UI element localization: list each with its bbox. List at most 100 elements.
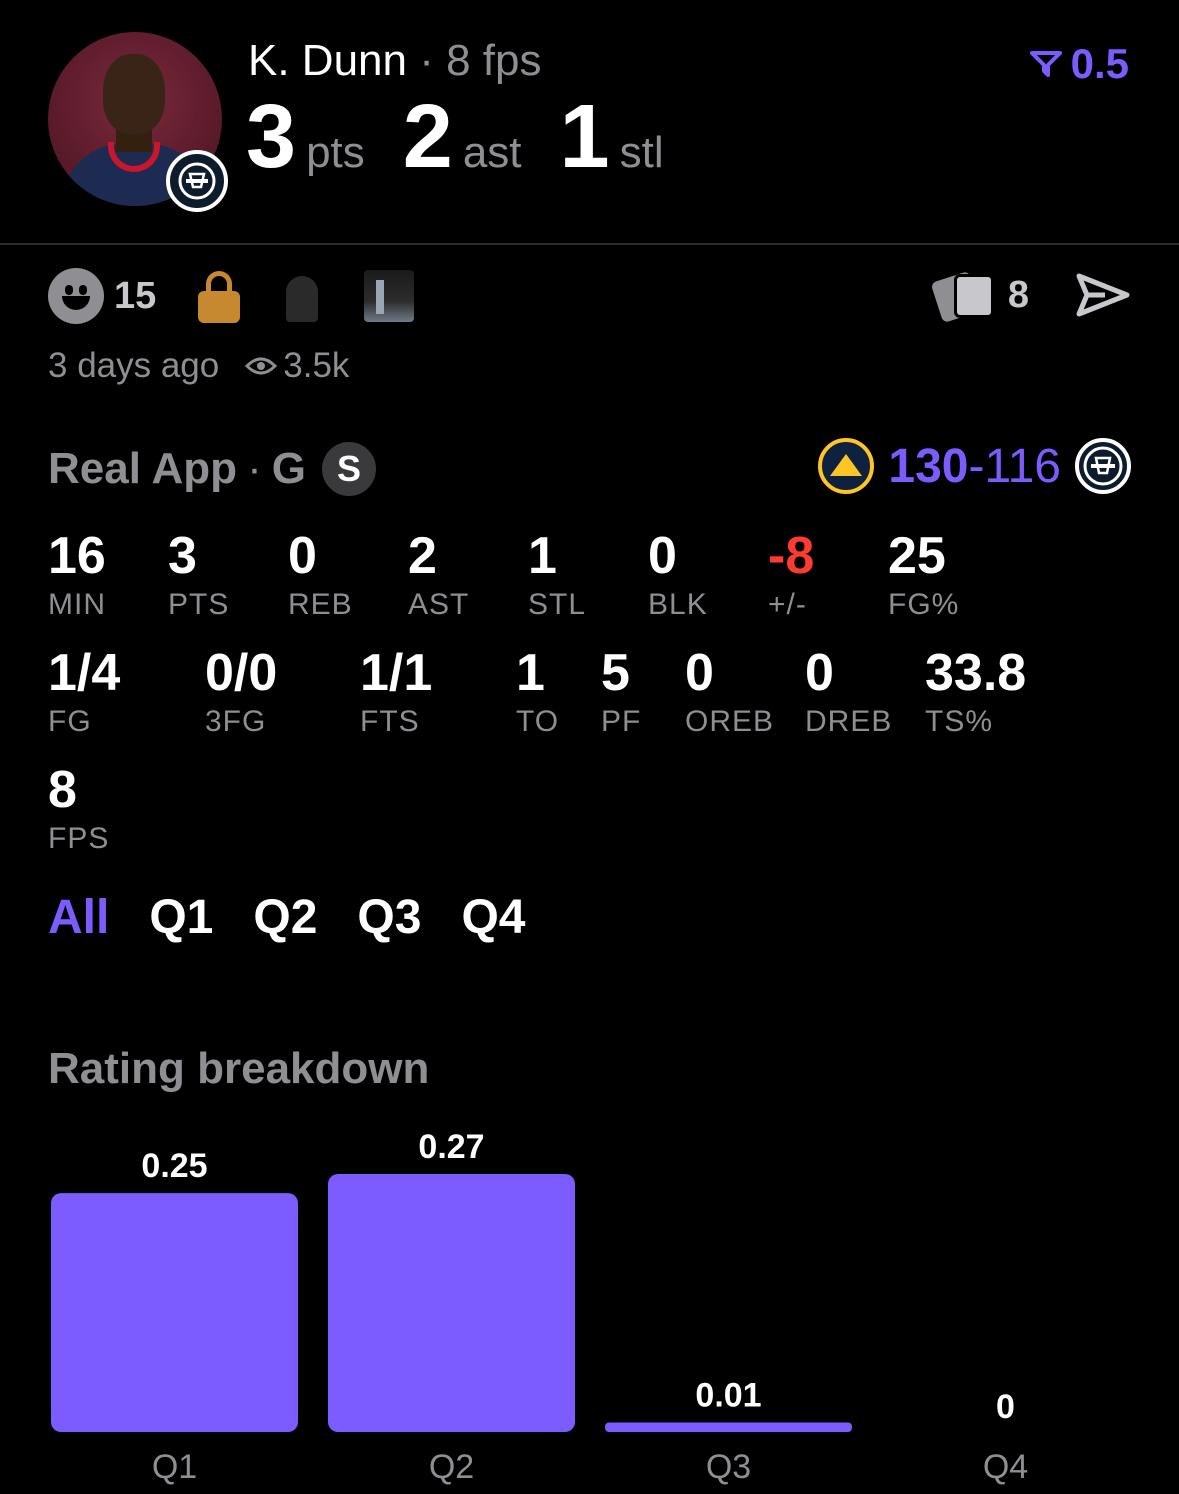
game-info: Real App · G S xyxy=(48,442,376,496)
tab-all[interactable]: All xyxy=(48,890,109,945)
name-separator: · xyxy=(419,36,434,85)
court-thumbnail-icon[interactable] xyxy=(364,270,415,322)
stat-value: 5 xyxy=(601,644,630,702)
section-title: Rating breakdown xyxy=(48,1044,430,1093)
stat-label: MIN xyxy=(48,588,106,621)
stat-value: 25 xyxy=(888,527,946,585)
value-label-q4: 0 xyxy=(996,1388,1015,1426)
stat-value: 0 xyxy=(648,527,677,585)
stat-fg: 1/4 FG xyxy=(48,647,120,739)
stat-min: 16 MIN xyxy=(48,530,106,622)
cards-count: 8 xyxy=(1007,273,1029,316)
stat-oreb: 0 OREB xyxy=(685,647,774,739)
stat-blk: 0 BLK xyxy=(648,530,708,622)
tab-q4[interactable]: Q4 xyxy=(461,890,525,945)
stat-ast: 2 AST xyxy=(408,530,469,622)
stat-value: 2 xyxy=(408,527,437,585)
player-name-line: K. Dunn · 8 fps xyxy=(248,36,542,86)
score-dash: - xyxy=(968,439,985,493)
reaction-count: 15 xyxy=(114,274,157,317)
post-meta: 3 days ago 3.5k xyxy=(48,346,349,386)
stat-pf: 5 PF xyxy=(601,647,641,739)
assists-unit: ast xyxy=(462,128,522,177)
lock-icon[interactable] xyxy=(198,271,241,323)
stat-value: 1/1 xyxy=(360,644,433,702)
x-tick-q3: Q3 xyxy=(706,1448,751,1486)
quarter-tabs: All Q1 Q2 Q3 Q4 xyxy=(48,890,525,945)
stat-label: BLK xyxy=(648,588,708,621)
player-fps: 8 fps xyxy=(446,36,542,85)
cards-group[interactable]: 8 xyxy=(930,268,1029,324)
stat-label: TS% xyxy=(925,705,994,738)
views: 3.5k xyxy=(245,346,349,386)
points-value: 3 xyxy=(246,87,297,187)
stat-value: 0 xyxy=(288,527,317,585)
stat-stl: 1 STL xyxy=(528,530,586,622)
bar-q1 xyxy=(51,1193,298,1432)
filter-icon xyxy=(1029,51,1062,77)
stat-pts: 3 PTS xyxy=(168,530,229,622)
app-name: Real App xyxy=(48,444,238,493)
stat-label: TO xyxy=(516,705,560,738)
steals-value: 1 xyxy=(559,87,610,187)
opponent-logo-icon xyxy=(1075,438,1131,494)
smiley-reaction-icon[interactable] xyxy=(48,268,104,324)
team-logo-icon xyxy=(166,150,228,212)
value-label-q2: 0.27 xyxy=(418,1128,484,1166)
tab-q2[interactable]: Q2 xyxy=(253,890,317,945)
bar-q2 xyxy=(328,1174,575,1432)
stat-label: OREB xyxy=(685,705,775,738)
game-score[interactable]: 130-116 xyxy=(818,438,1131,494)
stat-value: 1/4 xyxy=(48,644,121,702)
value-label-q3: 0.01 xyxy=(695,1376,761,1414)
nuggets-logo-icon xyxy=(818,438,875,494)
game-separator: · xyxy=(247,444,262,493)
steals-unit: stl xyxy=(619,128,664,177)
stat-label: 3FG xyxy=(205,705,267,738)
stat-label: FPS xyxy=(48,822,110,855)
stat-label: REB xyxy=(288,588,353,621)
stat-label: PF xyxy=(601,705,642,738)
tab-q1[interactable]: Q1 xyxy=(149,890,213,945)
stat-value: -8 xyxy=(768,527,815,585)
points-unit: pts xyxy=(306,128,365,177)
player-thumbnail-icon[interactable] xyxy=(274,270,331,322)
bar-q3 xyxy=(605,1422,852,1432)
stat-label: PTS xyxy=(168,588,230,621)
stat-label: DREB xyxy=(805,705,893,738)
send-icon[interactable] xyxy=(1075,270,1131,325)
player-name[interactable]: K. Dunn xyxy=(248,36,407,85)
stat-label: AST xyxy=(408,588,470,621)
stat-value: 33.8 xyxy=(925,644,1027,702)
status-badge: S xyxy=(321,442,376,496)
cards-icon xyxy=(930,268,998,324)
eye-icon xyxy=(245,357,278,375)
tab-q3[interactable]: Q3 xyxy=(357,890,421,945)
stat-label: FG% xyxy=(888,588,960,621)
stat-fps: 8 FPS xyxy=(48,764,109,856)
x-tick-q4: Q4 xyxy=(983,1448,1028,1486)
stat-fts: 1/1 FTS xyxy=(360,647,432,739)
stat-plus-minus: -8 +/- xyxy=(768,530,814,622)
stat-value: 0/0 xyxy=(205,644,278,702)
projection-badge[interactable]: 0.5 xyxy=(1029,40,1129,88)
stat-value: 0 xyxy=(805,644,834,702)
stat-value: 1 xyxy=(528,527,557,585)
stat-value: 8 xyxy=(48,761,77,819)
x-tick-q2: Q2 xyxy=(429,1448,474,1486)
stat-to: 1 TO xyxy=(516,647,559,739)
player-position: G xyxy=(271,444,306,493)
stat-3fg: 0/0 3FG xyxy=(205,647,277,739)
stat-ts-pct: 33.8 TS% xyxy=(925,647,1026,739)
views-count: 3.5k xyxy=(283,346,350,385)
social-row: 15 xyxy=(48,268,415,324)
assists-value: 2 xyxy=(402,87,453,187)
x-tick-q1: Q1 xyxy=(152,1448,197,1486)
stat-fg-pct: 25 FG% xyxy=(888,530,959,622)
posted-time: 3 days ago xyxy=(48,346,220,385)
stat-value: 3 xyxy=(168,527,197,585)
value-label-q1: 0.25 xyxy=(141,1147,207,1185)
stat-label: FG xyxy=(48,705,92,738)
stat-reb: 0 REB xyxy=(288,530,353,622)
home-score: 130 xyxy=(888,439,969,493)
